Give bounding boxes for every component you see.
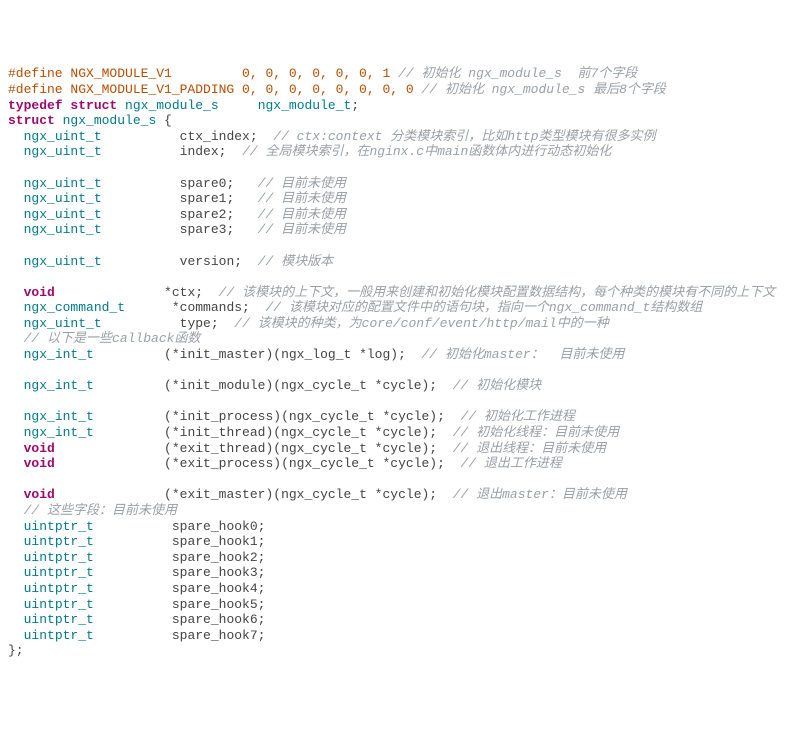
field: spare_hook6; xyxy=(172,612,266,627)
field: spare_hook2; xyxy=(172,550,266,565)
type: ngx_uint_t xyxy=(24,144,102,159)
type: ngx_int_t xyxy=(24,425,94,440)
comment: // 以下是一些callback函数 xyxy=(24,331,201,346)
field: (*init_process)(ngx_cycle_t *cycle); xyxy=(164,409,445,424)
type: uintptr_t xyxy=(24,565,94,580)
comment: // 初始化 ngx_module_s 最后8个字段 xyxy=(421,82,665,97)
type: uintptr_t xyxy=(24,628,94,643)
field: spare_hook4; xyxy=(172,581,266,596)
comment: // 该模块的上下文，一般用来创建和初始化模块配置数据结构，每个种类的模块有不同… xyxy=(219,285,775,300)
void-kw: void xyxy=(24,456,55,471)
field: *commands; xyxy=(172,300,250,315)
field: spare2; xyxy=(180,207,235,222)
comment: // 初始化模块 xyxy=(453,378,541,393)
type: ngx_uint_t xyxy=(24,316,102,331)
comment: // 目前未使用 xyxy=(258,207,346,222)
comment: // 模块版本 xyxy=(258,254,333,269)
field: spare_hook1; xyxy=(172,534,266,549)
type: ngx_int_t xyxy=(24,347,94,362)
comment: // 初始化master： 目前未使用 xyxy=(422,347,625,362)
brace: { xyxy=(156,113,172,128)
struct-kw: struct xyxy=(8,113,55,128)
type: ngx_int_t xyxy=(24,409,94,424)
field: spare0; xyxy=(180,176,235,191)
type: uintptr_t xyxy=(24,534,94,549)
type: ngx_uint_t xyxy=(24,176,102,191)
type: uintptr_t xyxy=(24,519,94,534)
struct-kw: struct xyxy=(70,98,117,113)
comment: // 该模块的种类，为core/conf/event/http/mail中的一种 xyxy=(234,316,608,331)
comment: // 目前未使用 xyxy=(258,222,346,237)
type: uintptr_t xyxy=(24,550,94,565)
field: spare1; xyxy=(180,191,235,206)
comment: // 这些字段：目前未使用 xyxy=(24,503,177,518)
comment: // 该模块对应的配置文件中的语句块，指向一个ngx_command_t结构数组 xyxy=(265,300,702,315)
typedef-kw: typedef xyxy=(8,98,63,113)
field: spare3; xyxy=(180,222,235,237)
type-name: ngx_module_t xyxy=(258,98,352,113)
type-name: ngx_module_s xyxy=(63,113,157,128)
field: spare_hook3; xyxy=(172,565,266,580)
field: spare_hook5; xyxy=(172,597,266,612)
define-line-1: #define NGX_MODULE_V1 0, 0, 0, 0, 0, 0, … xyxy=(8,66,398,81)
type: uintptr_t xyxy=(24,581,94,596)
type: ngx_uint_t xyxy=(24,191,102,206)
field: ctx_index; xyxy=(180,129,258,144)
field: spare_hook7; xyxy=(172,628,266,643)
field: (*init_thread)(ngx_cycle_t *cycle); xyxy=(164,425,437,440)
code-block: #define NGX_MODULE_V1 0, 0, 0, 0, 0, 0, … xyxy=(8,66,787,659)
type: uintptr_t xyxy=(24,597,94,612)
field: (*exit_process)(ngx_cycle_t *cycle); xyxy=(164,456,445,471)
comment: // 初始化线程：目前未使用 xyxy=(453,425,619,440)
type: ngx_uint_t xyxy=(24,222,102,237)
comment: // 退出线程：目前未使用 xyxy=(453,441,606,456)
type: ngx_uint_t xyxy=(24,207,102,222)
field: *ctx; xyxy=(164,285,203,300)
comment: // 初始化 ngx_module_s 前7个字段 xyxy=(398,66,637,81)
comment: // 退出master：目前未使用 xyxy=(453,487,627,502)
type: ngx_uint_t xyxy=(24,129,102,144)
field: (*exit_thread)(ngx_cycle_t *cycle); xyxy=(164,441,437,456)
type: uintptr_t xyxy=(24,612,94,627)
comment: // 目前未使用 xyxy=(258,176,346,191)
void-kw: void xyxy=(24,441,55,456)
comment: // 初始化工作进程 xyxy=(461,409,575,424)
field: spare_hook0; xyxy=(172,519,266,534)
define-line-2: #define NGX_MODULE_V1_PADDING 0, 0, 0, 0… xyxy=(8,82,421,97)
type-name: ngx_module_s xyxy=(125,98,219,113)
type: ngx_uint_t xyxy=(24,254,102,269)
comment: // 目前未使用 xyxy=(258,191,346,206)
type: ngx_int_t xyxy=(24,378,94,393)
field: type; xyxy=(180,316,219,331)
field: (*init_master)(ngx_log_t *log); xyxy=(164,347,406,362)
field: (*init_module)(ngx_cycle_t *cycle); xyxy=(164,378,437,393)
void-kw: void xyxy=(24,487,55,502)
field: version; xyxy=(180,254,242,269)
comment: // 全局模块索引，在nginx.c中main函数体内进行动态初始化 xyxy=(242,144,611,159)
type: ngx_command_t xyxy=(24,300,125,315)
field: (*exit_master)(ngx_cycle_t *cycle); xyxy=(164,487,437,502)
void-kw: void xyxy=(24,285,55,300)
comment: // ctx:context 分类模块索引，比如http类型模块有很多实例 xyxy=(273,129,655,144)
close-brace: }; xyxy=(8,643,24,658)
comment: // 退出工作进程 xyxy=(461,456,562,471)
field: index; xyxy=(180,144,227,159)
